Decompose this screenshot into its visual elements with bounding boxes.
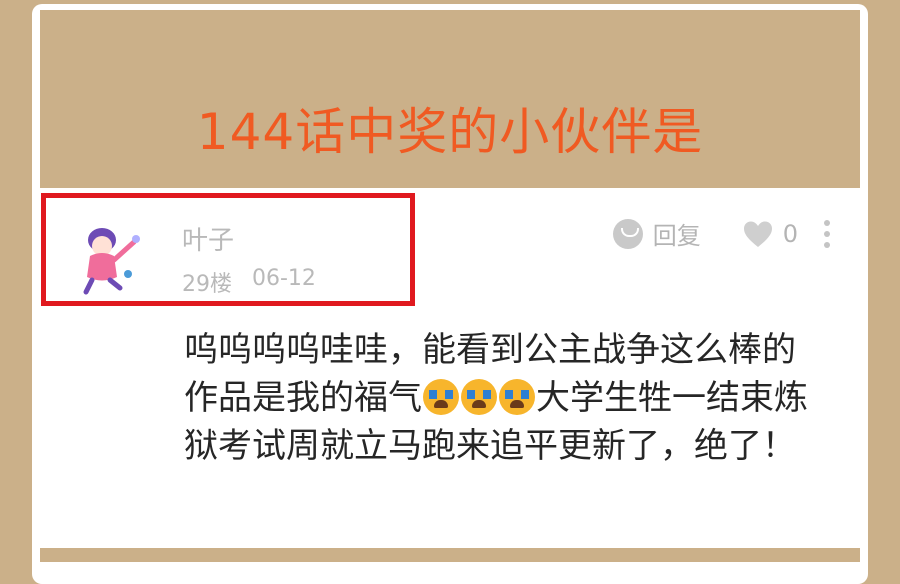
- more-options-icon[interactable]: [824, 219, 830, 248]
- banner-title: 144话中奖的小伙伴是: [196, 103, 704, 161]
- avatar[interactable]: [72, 222, 150, 300]
- crying-emoji-icon: [423, 379, 459, 415]
- floor-number: 29楼: [182, 272, 232, 297]
- comment-meta: 29楼 06-12: [182, 266, 316, 298]
- reply-button[interactable]: 回复: [612, 216, 701, 251]
- like-count: 0: [782, 219, 798, 248]
- username[interactable]: 叶子: [182, 220, 234, 257]
- next-banner-edge: [40, 548, 860, 562]
- comment-item: 叶子 29楼 06-12 回复 0 呜呜呜呜哇哇，能看到公主战争这么棒的作品是我…: [40, 188, 860, 548]
- heart-icon: [743, 221, 772, 247]
- reply-icon: [612, 218, 643, 249]
- like-button[interactable]: 0: [743, 220, 798, 248]
- banner: 144话中奖的小伙伴是: [40, 10, 860, 188]
- reply-label: 回复: [652, 222, 701, 250]
- comment-actions: 回复 0: [612, 216, 830, 251]
- comment-text: 呜呜呜呜哇哇，能看到公主战争这么棒的作品是我的福气 大学生牲一结束炼狱考试周就立马…: [184, 326, 824, 470]
- crying-emoji-icon: [461, 379, 497, 415]
- comment-date: 06-12: [252, 266, 316, 291]
- crying-emoji-icon: [499, 379, 535, 415]
